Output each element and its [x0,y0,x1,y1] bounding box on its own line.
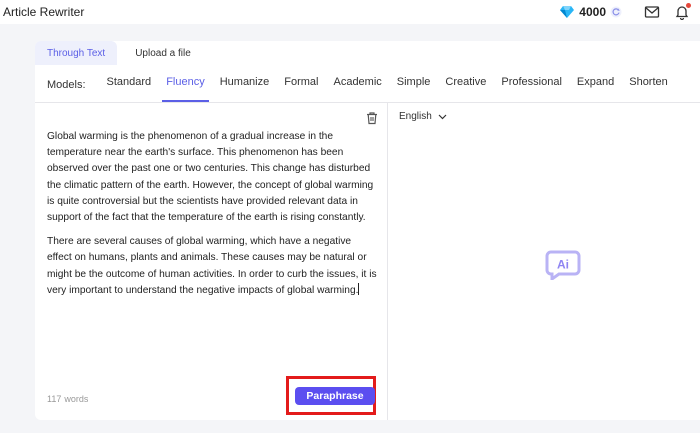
input-pane: Global warming is the phenomenon of a gr… [35,103,388,420]
model-expand[interactable]: Expand [577,68,614,102]
model-creative[interactable]: Creative [445,68,486,102]
refresh-icon[interactable] [610,6,622,18]
credits-count: 4000 [579,5,606,19]
model-professional[interactable]: Professional [501,68,562,102]
model-standard[interactable]: Standard [107,68,152,102]
input-paragraph-text: There are several causes of global warmi… [47,236,377,296]
rewriter-card: Through Text Upload a file Models: Stand… [35,41,700,420]
model-formal[interactable]: Formal [284,68,318,102]
output-pane: English Ai [388,103,700,420]
mail-icon[interactable] [644,4,660,20]
input-tabs: Through Text Upload a file [35,41,203,65]
ai-logo-text: Ai [557,258,569,272]
model-humanize[interactable]: Humanize [220,68,270,102]
models-bar: Models: Standard Fluency Humanize Formal… [35,68,700,103]
input-text-area[interactable]: Global warming is the phenomenon of a gr… [47,129,377,307]
model-simple[interactable]: Simple [397,68,431,102]
tab-through-text[interactable]: Through Text [35,41,118,65]
word-count-label: words [64,394,89,404]
model-academic[interactable]: Academic [333,68,381,102]
model-shorten[interactable]: Shorten [629,68,668,102]
model-fluency[interactable]: Fluency [162,68,209,102]
word-count-number: 117 [47,394,62,404]
chevron-down-icon [438,114,447,119]
ai-logo-icon: Ai [545,250,581,280]
input-paragraph: There are several causes of global warmi… [47,234,377,299]
notification-dot [686,3,691,8]
paraphrase-button[interactable]: Paraphrase [295,387,375,405]
header-actions: 4000 [560,3,691,21]
language-select[interactable]: English [399,111,447,122]
tab-upload-file[interactable]: Upload a file [123,41,203,65]
trash-icon[interactable] [365,111,379,125]
top-bar: Article Rewriter 4000 [0,0,700,24]
language-label: English [399,111,432,122]
text-cursor [358,282,360,295]
diamond-icon [560,6,575,18]
models-label: Models: [47,79,86,91]
app-title: Article Rewriter [3,5,85,19]
word-count: 117 words [47,394,88,404]
input-paragraph: Global warming is the phenomenon of a gr… [47,131,374,224]
credits-display[interactable]: 4000 [560,5,622,19]
notifications-button[interactable] [674,3,691,21]
